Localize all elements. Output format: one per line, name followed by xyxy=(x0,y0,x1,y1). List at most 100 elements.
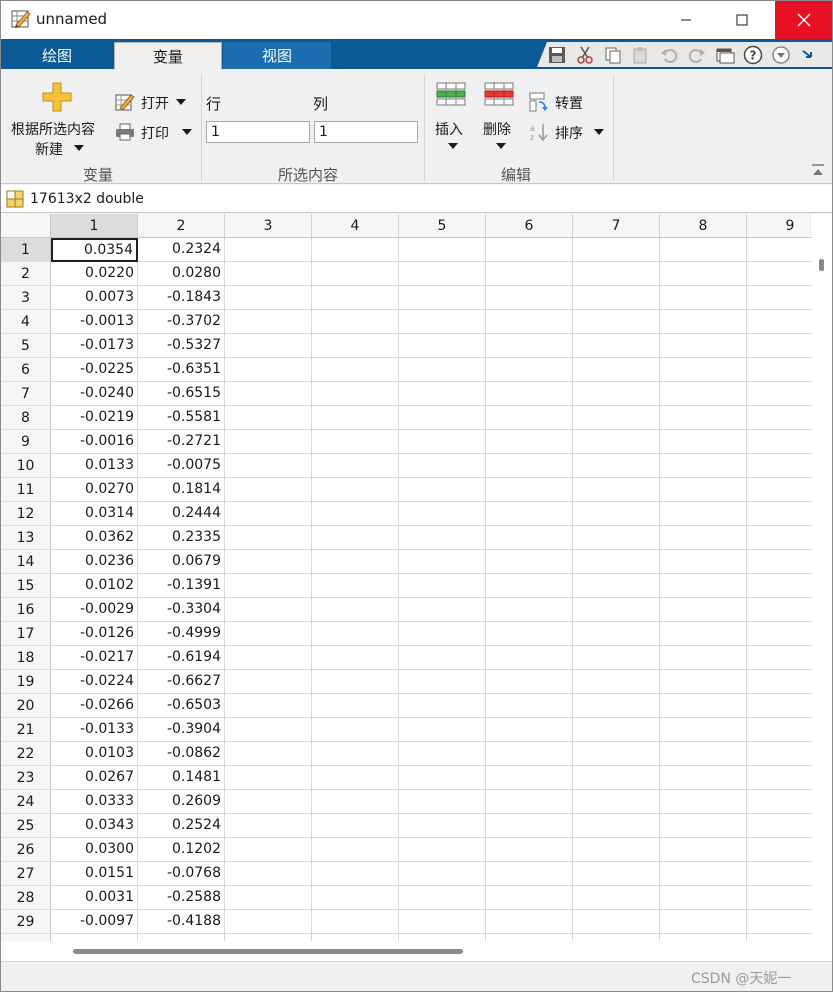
grid-cell[interactable] xyxy=(747,262,812,286)
grid-cell[interactable] xyxy=(399,790,486,814)
grid-cell[interactable] xyxy=(312,550,399,574)
grid-cell[interactable]: -0.6351 xyxy=(138,358,225,382)
grid-cell[interactable]: -0.0075 xyxy=(138,454,225,478)
vertical-scrollbar[interactable] xyxy=(812,214,832,941)
grid-cell[interactable] xyxy=(660,550,747,574)
grid-cell[interactable] xyxy=(399,478,486,502)
grid-cell[interactable] xyxy=(486,742,573,766)
grid-cell[interactable] xyxy=(660,310,747,334)
grid-cell[interactable] xyxy=(486,910,573,934)
column-header[interactable]: 3 xyxy=(225,214,312,238)
row-header[interactable]: 23 xyxy=(1,766,51,790)
grid-cell[interactable] xyxy=(573,286,660,310)
row-header[interactable]: 5 xyxy=(1,334,51,358)
grid-cell[interactable]: -0.1843 xyxy=(138,286,225,310)
row-header[interactable]: 12 xyxy=(1,502,51,526)
row-header[interactable]: 29 xyxy=(1,910,51,934)
grid-cell[interactable] xyxy=(660,406,747,430)
grid-cell[interactable] xyxy=(225,694,312,718)
open-button[interactable]: 打开 xyxy=(115,91,195,113)
column-header[interactable]: 1 xyxy=(51,214,138,238)
grid-cell[interactable] xyxy=(399,358,486,382)
grid-cell[interactable] xyxy=(312,262,399,286)
grid-cell[interactable] xyxy=(225,358,312,382)
grid-cell[interactable]: 0.0679 xyxy=(138,550,225,574)
grid-cell[interactable]: 0.1202 xyxy=(138,838,225,862)
grid-cell[interactable] xyxy=(660,238,747,262)
row-selection-input[interactable]: 1 xyxy=(206,121,310,143)
grid-cell[interactable] xyxy=(747,886,812,910)
grid-cell[interactable] xyxy=(747,670,812,694)
grid-cell[interactable]: 0.0133 xyxy=(51,454,138,478)
row-header[interactable]: 16 xyxy=(1,598,51,622)
row-header[interactable]: 14 xyxy=(1,550,51,574)
grid-cell[interactable] xyxy=(660,622,747,646)
grid-cell[interactable] xyxy=(747,310,812,334)
grid-cell[interactable] xyxy=(312,358,399,382)
grid-cell[interactable] xyxy=(399,622,486,646)
grid-cell[interactable] xyxy=(573,694,660,718)
row-header[interactable]: 8 xyxy=(1,406,51,430)
grid-cell[interactable] xyxy=(312,382,399,406)
row-header[interactable] xyxy=(1,934,51,941)
grid-cell[interactable] xyxy=(573,718,660,742)
grid-cell[interactable]: -0.0224 xyxy=(51,670,138,694)
grid-cell[interactable] xyxy=(747,238,812,262)
grid-cell[interactable]: -0.0013 xyxy=(51,310,138,334)
grid-cell[interactable] xyxy=(312,742,399,766)
row-header[interactable]: 27 xyxy=(1,862,51,886)
grid-cell[interactable] xyxy=(225,286,312,310)
grid-cell[interactable] xyxy=(660,430,747,454)
grid-cell[interactable] xyxy=(747,742,812,766)
grid-cell[interactable] xyxy=(399,574,486,598)
grid-cell[interactable] xyxy=(486,382,573,406)
grid-cell[interactable] xyxy=(747,910,812,934)
help-icon[interactable]: ? xyxy=(743,45,763,65)
grid-cell[interactable] xyxy=(573,382,660,406)
grid-cell[interactable] xyxy=(399,766,486,790)
grid-cell[interactable] xyxy=(660,334,747,358)
grid-cell[interactable]: 0.0102 xyxy=(51,574,138,598)
grid-cell[interactable] xyxy=(225,862,312,886)
grid-cell[interactable]: -0.1391 xyxy=(138,574,225,598)
grid-cell[interactable] xyxy=(660,718,747,742)
grid-cell[interactable]: -0.0126 xyxy=(51,622,138,646)
row-header[interactable]: 19 xyxy=(1,670,51,694)
row-header[interactable]: 6 xyxy=(1,358,51,382)
column-header[interactable]: 2 xyxy=(138,214,225,238)
grid-cell[interactable] xyxy=(573,742,660,766)
grid-cell[interactable] xyxy=(399,286,486,310)
grid-cell[interactable] xyxy=(660,886,747,910)
grid-cell[interactable]: 0.0343 xyxy=(51,814,138,838)
grid-cell[interactable]: -0.6627 xyxy=(138,670,225,694)
grid-cell[interactable] xyxy=(573,886,660,910)
minimize-button[interactable] xyxy=(663,1,709,39)
grid-cell[interactable] xyxy=(486,286,573,310)
grid-cell[interactable] xyxy=(225,454,312,478)
grid-cell[interactable]: -0.0217 xyxy=(51,646,138,670)
grid-cell[interactable] xyxy=(225,718,312,742)
grid-cell[interactable] xyxy=(660,814,747,838)
grid-cell[interactable] xyxy=(660,862,747,886)
new-from-selection-button[interactable]: 根据所选内容 新建 xyxy=(7,119,107,159)
grid-cell[interactable]: -0.0768 xyxy=(138,862,225,886)
grid-cell[interactable] xyxy=(138,934,225,941)
grid-cell[interactable] xyxy=(399,406,486,430)
grid-cell[interactable] xyxy=(660,790,747,814)
grid-cell[interactable] xyxy=(225,574,312,598)
grid-cell[interactable] xyxy=(312,334,399,358)
grid-cell[interactable] xyxy=(312,598,399,622)
grid-cell[interactable] xyxy=(660,358,747,382)
grid-cell[interactable] xyxy=(747,502,812,526)
grid-cell[interactable] xyxy=(312,478,399,502)
grid-cell[interactable] xyxy=(225,790,312,814)
grid-cell[interactable]: 0.2524 xyxy=(138,814,225,838)
grid-cell[interactable] xyxy=(225,598,312,622)
grid-cell[interactable]: 0.0103 xyxy=(51,742,138,766)
grid-cell[interactable] xyxy=(573,430,660,454)
grid-cell[interactable] xyxy=(747,574,812,598)
grid-cell[interactable] xyxy=(573,862,660,886)
grid-cell[interactable]: -0.4188 xyxy=(138,910,225,934)
grid-cell[interactable]: -0.3702 xyxy=(138,310,225,334)
grid-cell[interactable] xyxy=(747,382,812,406)
